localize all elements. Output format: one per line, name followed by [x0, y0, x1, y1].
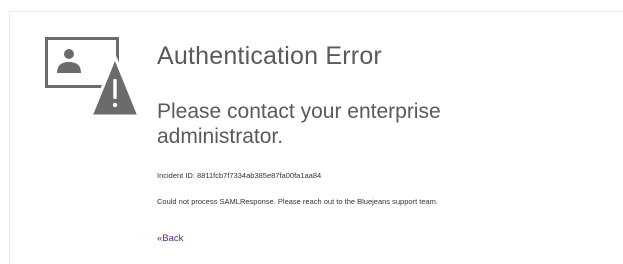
back-link[interactable]: «Back	[157, 233, 183, 244]
incident-id-label: Incident ID:	[157, 171, 195, 180]
incident-id-value: 8811fcb7f7334ab385e87fa00fa1aa84	[197, 171, 322, 180]
error-message: Could not process SAMLResponse. Please r…	[157, 197, 438, 206]
page-title: Authentication Error	[157, 42, 382, 70]
error-subtitle: Please contact your enterprise administr…	[157, 100, 441, 148]
incident-id-line: Incident ID: 8811fcb7f7334ab385e87fa00fa…	[157, 171, 321, 180]
user-screen-warning-icon	[45, 37, 139, 117]
